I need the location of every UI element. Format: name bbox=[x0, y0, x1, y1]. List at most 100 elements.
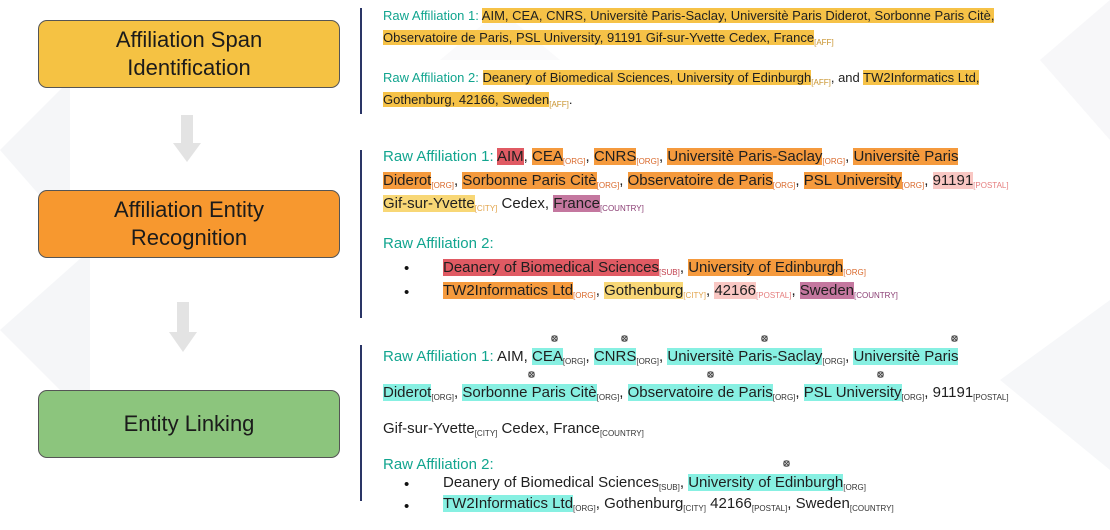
aff-label: Raw Affiliation 2: bbox=[383, 235, 494, 252]
comma: , bbox=[523, 148, 528, 165]
ner-aff1-line2: Diderot[ORG], Sorbonne Paris Citè[ORG], … bbox=[383, 172, 1009, 190]
entity-cnrs: CNRS bbox=[593, 148, 637, 165]
ror-link-icon[interactable] bbox=[527, 370, 536, 379]
bullet: • bbox=[404, 284, 410, 301]
tag-postal: [POSTAL] bbox=[973, 393, 1009, 402]
tag-org: [ORG] bbox=[573, 504, 596, 513]
ror-link-icon[interactable] bbox=[876, 370, 885, 379]
ror-link-icon[interactable] bbox=[950, 334, 959, 343]
tag-postal: [POSTAL] bbox=[756, 291, 792, 300]
divider-line bbox=[360, 345, 362, 501]
entity-cea: CEA bbox=[531, 148, 563, 165]
entity-spc: Sorbonne Paris Citè bbox=[462, 172, 597, 189]
plain-text: Cedex, bbox=[501, 195, 550, 212]
tag-org: [ORG] bbox=[431, 393, 455, 402]
period-text: . bbox=[568, 92, 573, 107]
comma: , bbox=[454, 384, 459, 401]
span-aff2-line1: Raw Affiliation 2: Deanery of Biomedical… bbox=[383, 70, 980, 87]
comma: , bbox=[659, 348, 664, 365]
ner-aff2-item1: Deanery of Biomedical Sciences[SUB], Uni… bbox=[443, 259, 866, 277]
divider-line bbox=[360, 8, 362, 114]
divider-line bbox=[360, 150, 362, 318]
entity-country: France bbox=[553, 195, 600, 212]
span-aff1-line1: Raw Affiliation 1: AIM, CEA, CNRS, Unive… bbox=[383, 8, 995, 23]
tag-org: [ORG] bbox=[822, 157, 846, 166]
tag-city: [CITY] bbox=[683, 291, 706, 300]
stage-label: Entity Linking bbox=[123, 411, 255, 436]
aff-span: Gothenburg, 42166, Sweden bbox=[383, 92, 550, 107]
entity-obs: Observatoire de Paris bbox=[627, 172, 773, 189]
ror-link-icon[interactable] bbox=[760, 334, 769, 343]
stage-entity-recognition: Affiliation Entity Recognition bbox=[38, 190, 340, 258]
linked-entity-upd[interactable]: Universitè Paris bbox=[853, 348, 959, 365]
down-arrow-icon bbox=[173, 115, 201, 162]
comma: , bbox=[595, 282, 600, 299]
comma: , bbox=[791, 282, 796, 299]
entity-sub: Deanery of Biomedical Sciences bbox=[443, 474, 659, 491]
ror-link-icon[interactable] bbox=[782, 459, 791, 468]
linked-entity-ups[interactable]: Universitè Paris-Saclay bbox=[667, 348, 823, 365]
stage-entity-linking: Entity Linking bbox=[38, 390, 340, 458]
aff-tag: [AFF] bbox=[811, 78, 831, 87]
bullet: • bbox=[404, 476, 410, 493]
linked-entity-uoe[interactable]: University of Edinburgh bbox=[688, 474, 844, 491]
aff-label: Raw Affiliation 2: bbox=[383, 70, 479, 85]
aff-span: Deanery of Biomedical Sciences, Universi… bbox=[482, 70, 812, 85]
ror-link-icon[interactable] bbox=[550, 334, 559, 343]
ner-aff2-item2: TW2Informatics Ltd[ORG], Gothenburg[CITY… bbox=[443, 282, 898, 300]
aff-label: Raw Affiliation 1: bbox=[383, 348, 494, 365]
bullet: • bbox=[404, 260, 410, 277]
link-aff2-item1: Deanery of Biomedical Sciences[SUB], Uni… bbox=[443, 474, 866, 492]
aff-label: Raw Affiliation 1: bbox=[383, 148, 494, 165]
linked-entity-cea[interactable]: CEA bbox=[531, 348, 563, 365]
entity-postal: 91191 bbox=[932, 172, 974, 189]
tag-org: [ORG] bbox=[573, 291, 596, 300]
tag-org: [ORG] bbox=[431, 181, 455, 190]
link-aff1-line1: Raw Affiliation 1: AIM, CEA[ORG], CNRS[O… bbox=[383, 348, 959, 366]
tag-org: [ORG] bbox=[562, 357, 586, 366]
comma: , bbox=[924, 384, 929, 401]
ror-link-icon[interactable] bbox=[620, 334, 629, 343]
tag-city: [CITY] bbox=[683, 504, 706, 513]
entity-city: Gothenburg bbox=[604, 495, 684, 512]
entity-city: Gif-sur-Yvette bbox=[383, 195, 475, 212]
tag-org: [ORG] bbox=[843, 483, 866, 492]
tag-org: [ORG] bbox=[596, 393, 620, 402]
down-arrow-icon bbox=[169, 302, 197, 352]
connector-text: , and bbox=[830, 70, 864, 85]
comma: , bbox=[595, 495, 600, 512]
tag-country: [COUNTRY] bbox=[599, 204, 644, 213]
comma: , bbox=[845, 148, 850, 165]
tag-org: [ORG] bbox=[596, 181, 620, 190]
span-aff2-line2: Gothenburg, 42166, Sweden[AFF]. bbox=[383, 92, 572, 109]
tag-org: [ORG] bbox=[636, 157, 660, 166]
tag-country: [COUNTRY] bbox=[849, 504, 894, 513]
span-aff1-line2: Observatoire de Paris, PSL University, 9… bbox=[383, 30, 834, 47]
linked-entity-obs[interactable]: Observatoire de Paris bbox=[627, 384, 773, 401]
linked-entity-spc[interactable]: Sorbonne Paris Citè bbox=[462, 384, 597, 401]
stage-label: Affiliation Entity Recognition bbox=[113, 197, 264, 250]
comma: , bbox=[795, 384, 800, 401]
comma: , bbox=[585, 348, 590, 365]
stage-label: Affiliation Span Identification bbox=[115, 27, 263, 80]
tag-country: [COUNTRY] bbox=[854, 291, 898, 300]
entity-country: France bbox=[553, 420, 600, 437]
link-aff2-item2: TW2Informatics Ltd[ORG], Gothenburg[CITY… bbox=[443, 495, 894, 513]
comma: , bbox=[787, 495, 792, 512]
tag-city: [CITY] bbox=[474, 204, 498, 213]
linked-entity-psl[interactable]: PSL University bbox=[803, 384, 902, 401]
linked-entity-tw2[interactable]: TW2Informatics Ltd bbox=[443, 495, 574, 512]
linked-entity-cnrs[interactable]: CNRS bbox=[593, 348, 637, 365]
entity-postal: 42166 bbox=[714, 282, 757, 299]
aff-label: Raw Affiliation 1: bbox=[383, 8, 479, 23]
entity-country: Sweden bbox=[799, 282, 855, 299]
tag-city: [CITY] bbox=[474, 429, 498, 438]
aff-span: AIM, CEA, CNRS, Universitè Paris-Saclay,… bbox=[481, 8, 995, 23]
entity-aim: AIM bbox=[496, 348, 524, 365]
plain-text: Cedex, bbox=[501, 420, 550, 437]
linked-entity-upd[interactable]: Diderot bbox=[383, 384, 432, 401]
ror-link-icon[interactable] bbox=[706, 370, 715, 379]
entity-psl: PSL University bbox=[803, 172, 902, 189]
entity-country: Sweden bbox=[795, 495, 850, 512]
tag-sub: [SUB] bbox=[658, 268, 680, 277]
